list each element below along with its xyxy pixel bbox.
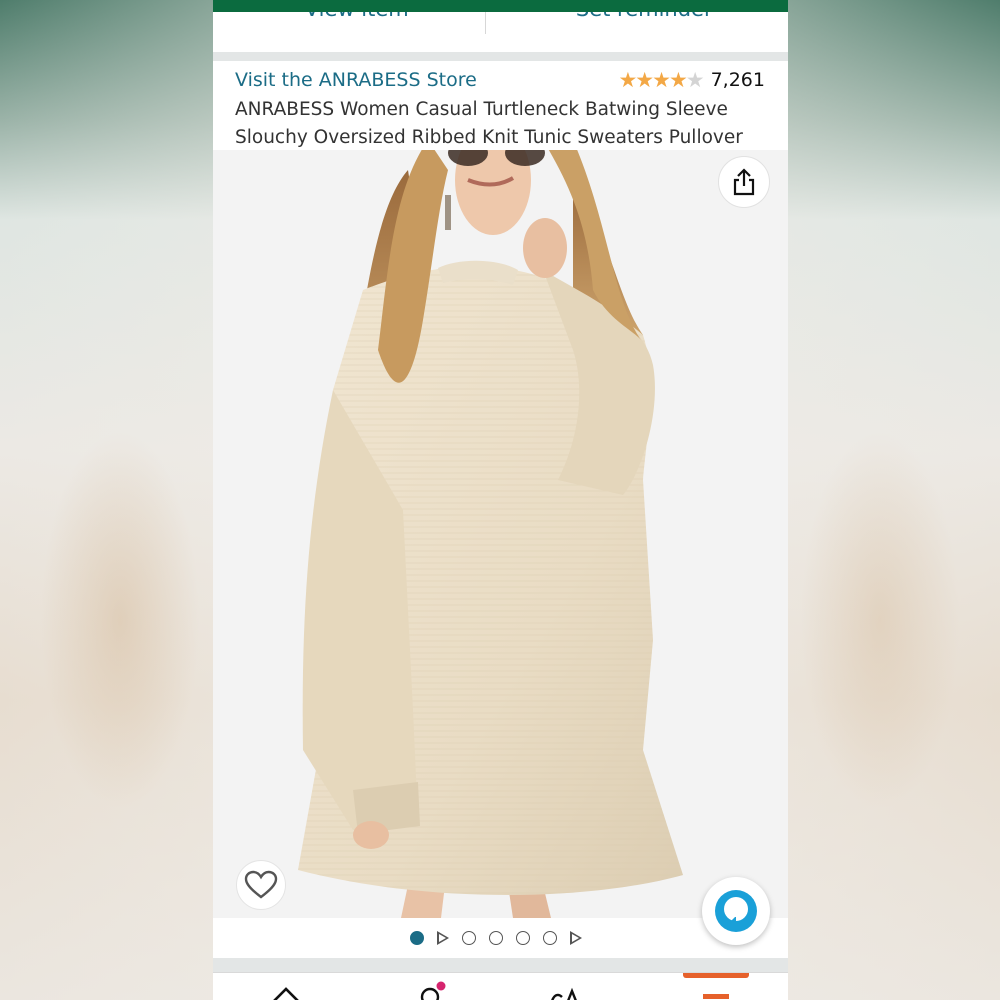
account-icon[interactable]: [416, 981, 450, 1000]
star-empty-icon: ★: [685, 68, 705, 92]
video-indicator-icon[interactable]: [436, 931, 449, 945]
carousel-dot[interactable]: [542, 931, 557, 945]
header-bar-overlay: [213, 0, 788, 12]
carousel-dot[interactable]: [409, 931, 424, 945]
star-full-icon: ★: [668, 68, 688, 92]
star-full-icon: ★: [635, 68, 654, 92]
store-link[interactable]: Visit the ANRABESS Store: [235, 69, 477, 91]
product-image: [213, 150, 788, 918]
bottom-tab-bar: [213, 972, 788, 1000]
cart-icon[interactable]: [701, 991, 731, 1000]
heart-icon: [244, 870, 278, 899]
share-icon: [733, 168, 755, 196]
alexa-icon: [715, 890, 757, 932]
rating-summary[interactable]: ★★★★★ 7,261: [618, 68, 765, 92]
alexa-button[interactable]: [702, 877, 770, 945]
background-glow: [800, 430, 960, 810]
share-button[interactable]: [718, 156, 770, 208]
product-image-carousel[interactable]: [213, 150, 788, 918]
section-divider: [213, 52, 788, 61]
wishlist-button[interactable]: [236, 860, 286, 910]
inspire-icon[interactable]: [548, 985, 582, 1000]
review-count: 7,261: [710, 69, 765, 91]
carousel-indicator[interactable]: [213, 926, 788, 950]
carousel-dot[interactable]: [461, 931, 476, 945]
carousel-dot[interactable]: [515, 931, 530, 945]
carousel-dot[interactable]: [488, 931, 503, 945]
star-rating: ★★★★★: [618, 68, 705, 92]
action-divider: [485, 12, 486, 34]
video-indicator-icon[interactable]: [569, 931, 582, 945]
star-full-icon: ★: [618, 68, 637, 92]
section-divider: [213, 958, 788, 972]
background-glow: [40, 430, 200, 810]
phone-screen: View item Set reminder Visit the ANRABES…: [213, 0, 788, 1000]
star-full-icon: ★: [652, 68, 671, 92]
cart-active-indicator: [683, 973, 749, 978]
product-title: ANRABESS Women Casual Turtleneck Batwing…: [235, 99, 743, 148]
home-icon[interactable]: [271, 985, 301, 1000]
